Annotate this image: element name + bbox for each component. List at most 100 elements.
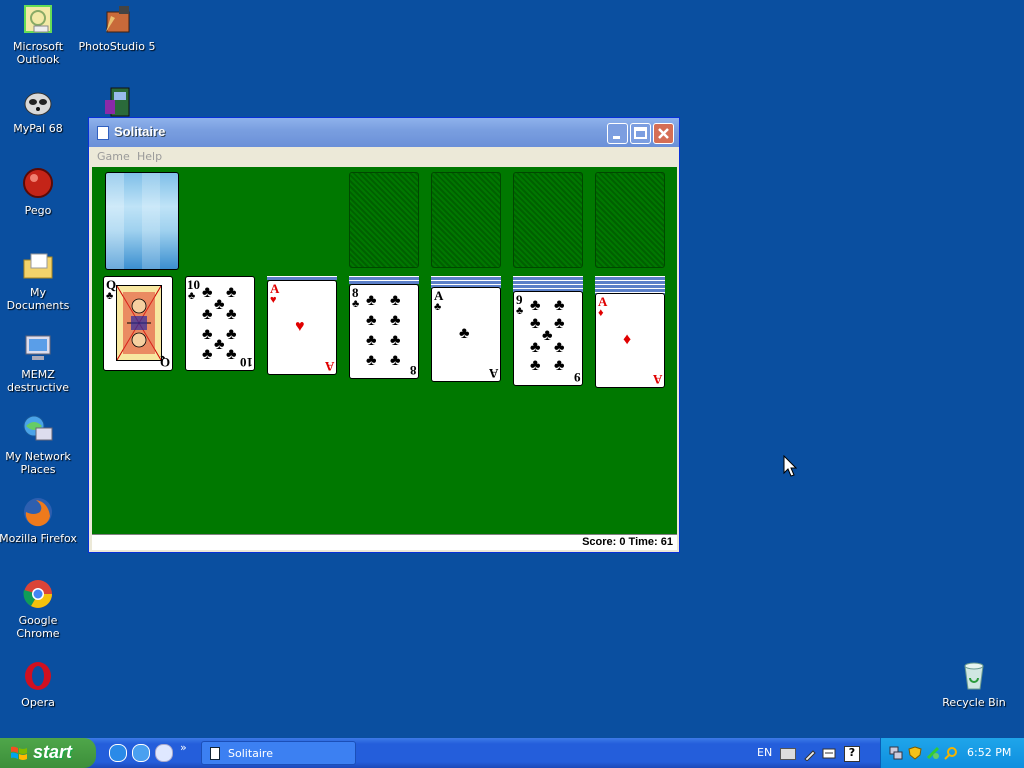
desktop-icon-mypal[interactable]: MyPal 68: [0, 86, 78, 135]
club-pip: ♣: [226, 306, 237, 323]
network-tray-icon[interactable]: [889, 746, 903, 760]
card-suit: ♦: [598, 307, 604, 319]
club-pip: ♣: [530, 357, 541, 374]
pen-tool-icon[interactable]: [803, 746, 817, 762]
tableau-card-5[interactable]: A ♣ ♣ A: [431, 287, 501, 382]
desktop-icon-opera[interactable]: Opera: [0, 660, 78, 709]
heart-pip: ♥: [295, 318, 305, 335]
tableau-card-3[interactable]: A ♥ ♥ A: [267, 280, 337, 375]
foundation-slot-2[interactable]: [431, 172, 501, 268]
taskbar: start » Solitaire EN ? 6:52 PM: [0, 738, 1024, 768]
solitaire-app-icon: [210, 747, 220, 760]
desktop-icon-firefox[interactable]: Mozilla Firefox: [0, 496, 78, 545]
desktop-icon-chrome[interactable]: Google Chrome: [0, 578, 78, 640]
start-label: start: [33, 742, 73, 762]
club-pip: ♣: [226, 346, 237, 363]
foundation-slot-1[interactable]: [349, 172, 419, 268]
club-pip: ♣: [554, 297, 565, 314]
title-bar[interactable]: Solitaire: [89, 118, 679, 147]
club-pip: ♣: [226, 326, 237, 343]
minimize-button[interactable]: [607, 123, 628, 144]
desktop-icon-memz[interactable]: MEMZ destructive: [0, 332, 78, 394]
pego-icon: [22, 168, 54, 200]
menu-game[interactable]: Game: [97, 150, 130, 163]
start-button[interactable]: start: [0, 738, 96, 768]
tableau-card-7[interactable]: A ♦ ♦ A: [595, 293, 665, 388]
club-pip: ♣: [214, 336, 225, 353]
desktop-icon-label: My Network Places: [5, 450, 71, 476]
mouse-cursor-icon: [783, 454, 798, 481]
desktop-icon-label: MEMZ destructive: [7, 368, 69, 394]
memz-icon: [22, 332, 54, 364]
desktop-icon-pego[interactable]: Pego: [0, 168, 78, 217]
safely-remove-icon[interactable]: [926, 746, 940, 760]
outlook-icon: [22, 4, 54, 36]
club-pip: ♣: [366, 352, 377, 369]
firefox-icon: [22, 496, 54, 528]
media-player-quicklaunch-icon[interactable]: [155, 744, 173, 762]
menu-help[interactable]: Help: [137, 150, 162, 163]
club-pip: ♣: [530, 315, 541, 332]
security-shield-icon[interactable]: [908, 746, 922, 760]
tableau-card-6[interactable]: 9 ♣ ♣ ♣ ♣ ♣ ♣ ♣ ♣ ♣ ♣ 9: [513, 291, 583, 386]
desktop-icon-label: Google Chrome: [16, 614, 60, 640]
solitaire-app-icon: [97, 126, 109, 140]
task-label: Solitaire: [228, 747, 273, 760]
my-documents-icon: [22, 250, 54, 282]
card-suit: ♣: [434, 301, 442, 313]
desktop-icon-recycle-bin[interactable]: Recycle Bin: [934, 660, 1014, 709]
language-bar-icon[interactable]: [822, 746, 836, 760]
card-suit: ♣: [106, 290, 114, 302]
search-icon[interactable]: [944, 746, 958, 760]
tableau-card-4[interactable]: 8 ♣ ♣ ♣ ♣ ♣ ♣ ♣ ♣ ♣ 8: [349, 284, 419, 379]
tableau-card-2[interactable]: 10 ♣ ♣ ♣ ♣ ♣ ♣ ♣ ♣ ♣ ♣ ♣ 10: [185, 276, 255, 371]
solitaire-window[interactable]: Solitaire Game Help Q ♣ Q 10 ♣ ♣ ♣ ♣ ♣ ♣…: [88, 117, 680, 553]
club-pip: ♣: [554, 315, 565, 332]
clock[interactable]: 6:52 PM: [967, 746, 1011, 759]
club-pip: ♣: [214, 296, 225, 313]
club-pip: ♣: [390, 292, 401, 309]
desktop-icon-network-places[interactable]: My Network Places: [0, 414, 78, 476]
desktop-icon-photostudio[interactable]: PhotoStudio 5: [77, 4, 157, 53]
club-pip: ♣: [390, 332, 401, 349]
close-button[interactable]: [653, 123, 674, 144]
card-suit: ♣: [188, 290, 196, 302]
chevron-right-icon[interactable]: »: [180, 741, 187, 754]
club-pip: ♣: [366, 312, 377, 329]
window-title: Solitaire: [114, 124, 166, 139]
maximize-button[interactable]: [630, 123, 651, 144]
desktop-icon-label: My Documents: [6, 286, 70, 312]
club-pip: ♣: [226, 284, 237, 301]
club-pip: ♣: [554, 339, 565, 356]
video-icon: [101, 86, 133, 118]
card-suit: ♥: [270, 294, 277, 306]
club-pip: ♣: [542, 327, 553, 344]
ie-quicklaunch-icon[interactable]: [109, 744, 127, 762]
menu-bar: Game Help: [89, 147, 679, 167]
desktop-icon-label: MyPal 68: [13, 122, 63, 135]
club-pip: ♣: [202, 306, 213, 323]
stock-pile[interactable]: [105, 172, 179, 270]
foundation-slot-4[interactable]: [595, 172, 665, 268]
tableau-card-1[interactable]: Q ♣ Q: [103, 276, 173, 371]
windows-flag-icon: [11, 746, 27, 760]
club-pip: ♣: [554, 357, 565, 374]
language-indicator[interactable]: EN: [757, 746, 772, 759]
recycle-bin-icon: [958, 660, 990, 692]
club-pip: ♣: [202, 346, 213, 363]
club-pip: ♣: [366, 292, 377, 309]
help-icon[interactable]: ?: [844, 746, 860, 762]
game-board[interactable]: Q ♣ Q 10 ♣ ♣ ♣ ♣ ♣ ♣ ♣ ♣ ♣ ♣ ♣ 10 A ♥ ♥ …: [92, 167, 677, 534]
desktop-icon-label: Mozilla Firefox: [0, 532, 77, 545]
foundation-slot-3[interactable]: [513, 172, 583, 268]
mypal-icon: [22, 86, 54, 118]
card-suit: ♣: [352, 298, 360, 310]
desktop-icon-label: Recycle Bin: [942, 696, 1006, 709]
chrome-icon: [22, 578, 54, 610]
desktop-icon-my-documents[interactable]: My Documents: [0, 250, 78, 312]
desktop-icon-outlook[interactable]: Microsoft Outlook: [0, 4, 78, 66]
outlook-express-quicklaunch-icon[interactable]: [132, 744, 150, 762]
keyboard-icon[interactable]: [780, 748, 796, 760]
club-pip: ♣: [390, 312, 401, 329]
taskbar-button-solitaire[interactable]: Solitaire: [201, 741, 356, 765]
